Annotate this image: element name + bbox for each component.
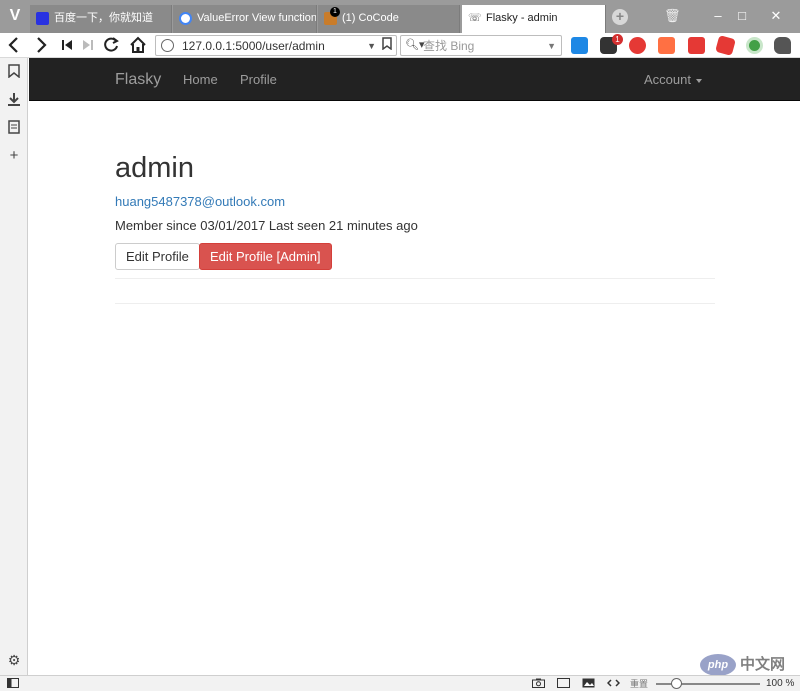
tab-title: 百度一下，你就知道 (54, 12, 153, 24)
chevron-right-icon (37, 37, 47, 53)
tab-strip: V 百度一下，你就知道 ValueError View function 1 (… (0, 0, 800, 33)
skip-forward-icon (83, 40, 93, 50)
vivaldi-menu-icon[interactable]: V (6, 7, 24, 25)
tab-baidu[interactable]: 百度一下，你就知道 (30, 5, 172, 33)
tab-flasky-admin[interactable]: ☏ Flasky - admin (462, 5, 606, 33)
profile-member-info: Member since 03/01/2017 Last seen 21 min… (115, 218, 418, 233)
home-button[interactable] (128, 35, 148, 55)
bookmarks-panel-icon[interactable] (6, 64, 22, 80)
address-bar[interactable]: 127.0.0.1:5000/user/admin ▼ (155, 35, 397, 56)
url-text[interactable]: 127.0.0.1:5000/user/admin (182, 38, 325, 54)
baidu-favicon-icon (36, 12, 49, 25)
back-button[interactable] (4, 35, 24, 55)
tab-title: (1) CoCode (342, 12, 399, 24)
brand-link[interactable]: Flasky (115, 70, 161, 90)
url-dropdown-icon[interactable]: ▼ (367, 38, 376, 54)
evernote-extension-icon[interactable] (774, 37, 791, 54)
green-circle-extension-icon[interactable] (746, 37, 763, 54)
zoom-slider-handle[interactable] (671, 678, 682, 689)
camera-icon[interactable] (531, 678, 545, 690)
account-dropdown[interactable]: Account (644, 71, 702, 89)
tab-valueerror[interactable]: ValueError View function (173, 5, 317, 33)
dots-extension-icon[interactable] (688, 37, 705, 54)
php-watermark: php 中文网 (700, 654, 796, 676)
red-shape-extension-icon[interactable] (715, 35, 736, 56)
google-favicon-icon (179, 12, 192, 25)
extension-badge: 1 (612, 34, 623, 45)
search-field[interactable]: 🔍︎▾ 查找 Bing ▼ (400, 35, 562, 56)
bookmark-icon[interactable] (382, 37, 392, 54)
add-panel-icon[interactable]: + (6, 148, 22, 164)
zoom-value: 100 % (766, 678, 795, 689)
edit-profile-button[interactable]: Edit Profile (115, 243, 200, 270)
site-navbar: Flasky Home Profile Account (29, 58, 800, 101)
browser-window: V 百度一下，你就知道 ValueError View function 1 (… (0, 0, 800, 691)
account-label: Account (644, 72, 691, 87)
minimize-button[interactable]: – (706, 6, 730, 26)
tab-cocode[interactable]: 1 (1) CoCode (318, 5, 460, 33)
settings-gear-icon[interactable]: ⚙ (6, 652, 22, 668)
search-engine-icon[interactable]: 🔍︎▾ (405, 37, 425, 54)
tab-notification-badge: 1 (330, 7, 340, 17)
forward-button[interactable] (31, 35, 51, 55)
rewind-button[interactable] (57, 35, 77, 55)
tab-title: ValueError View function (197, 12, 317, 24)
notes-panel-icon[interactable] (6, 120, 22, 136)
watermark-text: 中文网 (740, 656, 786, 673)
tile-window-icon[interactable] (556, 678, 570, 690)
image-icon[interactable] (581, 678, 595, 690)
opera-extension-icon[interactable] (629, 37, 646, 54)
tab-title: Flasky - admin (486, 12, 558, 24)
edit-profile-admin-button[interactable]: Edit Profile [Admin] (199, 243, 332, 270)
skip-back-icon (62, 40, 72, 50)
profile-email-link[interactable]: huang5487378@outlook.com (115, 193, 285, 211)
caret-down-icon (696, 78, 702, 83)
zoom-reset-label[interactable]: 重置 (630, 678, 648, 690)
php-logo: php (700, 654, 736, 676)
divider (115, 278, 715, 279)
phone-favicon-icon: ☏ (468, 12, 482, 25)
hatena-extension-icon[interactable] (658, 37, 675, 54)
downloads-panel-icon[interactable] (6, 92, 22, 108)
profile-username: admin (115, 152, 194, 184)
nav-home-link[interactable]: Home (183, 71, 218, 89)
maximize-button[interactable]: □ (730, 6, 754, 26)
nav-profile-link[interactable]: Profile (240, 71, 277, 89)
chevron-left-icon (8, 37, 18, 53)
web-page: Flasky Home Profile Account admin huang5… (29, 58, 800, 675)
trash-icon[interactable]: 🗑 (664, 8, 681, 24)
search-placeholder[interactable]: 查找 Bing (423, 38, 474, 54)
home-icon (130, 36, 146, 53)
page-actions-icon[interactable] (606, 678, 620, 690)
search-dropdown-icon[interactable]: ▼ (547, 38, 556, 54)
translate-extension-icon[interactable] (571, 37, 588, 54)
reload-icon (104, 37, 119, 52)
address-toolbar: 127.0.0.1:5000/user/admin ▼ 🔍︎▾ 查找 Bing … (0, 33, 800, 58)
side-panel: + ⚙ (0, 58, 28, 675)
status-bar: 重置 100 % (0, 675, 800, 691)
close-window-button[interactable]: ✕ (764, 6, 788, 26)
globe-icon (161, 39, 174, 52)
new-tab-button[interactable]: + (612, 9, 628, 25)
divider (115, 303, 715, 304)
fast-forward-button[interactable] (78, 35, 98, 55)
reload-button[interactable] (101, 35, 121, 55)
panel-toggle-icon[interactable] (6, 678, 20, 690)
